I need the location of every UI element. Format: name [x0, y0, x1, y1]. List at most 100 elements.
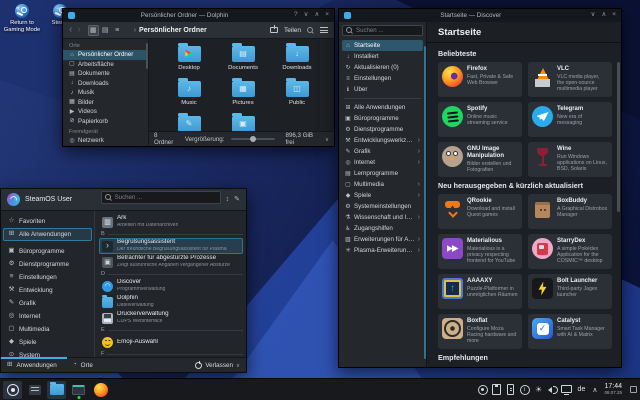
task-list-taskbar-button[interactable]: [25, 381, 44, 399]
kickoff-app-betrachter-für-abgestürzte-prozesse[interactable]: Betrachter für abgestürzte ProzesseZeigt…: [99, 254, 243, 270]
discover-sidebar-einstellungen[interactable]: ≡ Einstellungen: [342, 73, 423, 84]
steam-tray-icon[interactable]: [477, 383, 489, 397]
discover-sidebar-plasma-erweiterungen[interactable]: ✳ Plasma-Erweiterungen ›: [342, 245, 423, 256]
app-card-starrydex[interactable]: StarryDex A simple Pokédex Application fo…: [528, 234, 612, 269]
discover-sidebar-büroprogramme[interactable]: ▣ Büroprogramme: [342, 113, 423, 124]
chevron-down-icon[interactable]: [325, 136, 329, 143]
folder-public[interactable]: ◫ Public: [270, 76, 324, 111]
back-button[interactable]: ‹: [69, 25, 72, 35]
window-close-button[interactable]: ×: [325, 12, 329, 19]
kickoff-search[interactable]: [100, 191, 221, 204]
brightness-tray-icon[interactable]: [533, 383, 545, 397]
window-max-button[interactable]: ∧: [601, 12, 606, 19]
discover-sidebar-multimedia[interactable]: ▢ Multimedia ›: [342, 179, 423, 190]
places-item-papierkorb[interactable]: ⊘ Papierkorb: [63, 117, 148, 127]
folder-templates[interactable]: ✎Templates: [162, 111, 216, 131]
discover-sidebar-entwicklungswerkzeuge[interactable]: ⚒ Entwicklungswerkzeuge ›: [342, 135, 423, 146]
window-max-button[interactable]: ∧: [314, 12, 319, 19]
discover-search[interactable]: [342, 25, 423, 36]
sort-icon[interactable]: ↕: [226, 196, 230, 203]
folder-videos[interactable]: ▣Videos: [216, 111, 270, 131]
clipboard-tray-icon[interactable]: [491, 383, 503, 397]
kickoff-app-dolphin[interactable]: Dolphin Dateiverwaltung: [99, 294, 243, 310]
window-help-button[interactable]: ?: [294, 12, 298, 19]
kickoff-category-dienstprogramme[interactable]: ⚙ Dienstprogramme: [1, 258, 94, 271]
app-card-bolt-launcher[interactable]: Bolt Launcher Third-party Jagex launcher: [528, 274, 612, 309]
keyboard-layout[interactable]: de: [576, 386, 588, 393]
discover-sidebar-lernprogramme[interactable]: ▤ Lernprogramme: [342, 168, 423, 179]
app-card-gnu-image-manipulation[interactable]: GNU Image Manipulation Bilder erstellen u…: [438, 142, 522, 177]
list-view-button[interactable]: ≡: [112, 25, 123, 36]
devices-tray-icon[interactable]: [505, 383, 517, 397]
dolphin-taskbar-button[interactable]: [47, 380, 66, 399]
app-card-boxflat[interactable]: Boxflat Configure Moza Racing hardware an…: [438, 314, 522, 349]
dolphin-titlebar[interactable]: Persönlicher Ordner — Dolphin ? ∨ ∧ ×: [63, 9, 334, 22]
tab-applications[interactable]: Anwendungen: [16, 362, 56, 369]
search-input[interactable]: [114, 194, 217, 201]
kickoff-category-internet[interactable]: ◎ Internet: [1, 310, 94, 323]
discover-sidebar-zugangshilfen[interactable]: ♿ Zugangshilfen: [342, 223, 423, 234]
app-card-spotify[interactable]: Spotify Online music streaming service: [438, 102, 522, 137]
app-card-wine[interactable]: Wine Run Windows applications on Linux, B…: [528, 142, 612, 177]
kickoff-category-entwicklung[interactable]: ⚒ Entwicklung: [1, 284, 94, 297]
kickoff-category-einstellungen[interactable]: ≡ Einstellungen: [1, 271, 94, 284]
avatar[interactable]: [7, 193, 20, 206]
discover-sidebar-grafik[interactable]: ✎ Grafik ›: [342, 146, 423, 157]
kickoff-app-discover[interactable]: DiscoverProgrammverwaltung: [99, 278, 243, 294]
folder-documents[interactable]: ▤ Documents: [216, 41, 270, 76]
app-card-qrookie[interactable]: QRookie Download and install Quest games: [438, 194, 522, 229]
folder-music[interactable]: ♪ Music: [162, 76, 216, 111]
breadcrumb[interactable]: Persönlicher Ordner: [134, 27, 207, 34]
discover-sidebar-systemeinstellungen[interactable]: ⚙ Systemeinstellungen: [342, 201, 423, 212]
info-tray-icon[interactable]: [519, 383, 531, 397]
window-close-button[interactable]: ×: [612, 12, 616, 19]
places-item-persönlicher-ordner[interactable]: ⌂ Persönlicher Ordner: [63, 50, 148, 60]
window-min-button[interactable]: ∨: [304, 12, 309, 19]
app-card-aaaaxy[interactable]: AAAAXYPuzzle-Platformer in unmöglichen R…: [438, 274, 522, 309]
desktop-icon-return-to-gaming-mode[interactable]: Return to Gaming Mode: [2, 4, 42, 33]
app-card-boxbuddy[interactable]: BoxBuddy A Graphical Distrobox Manager: [528, 194, 612, 229]
kickoff-app-emoji-auswahl[interactable]: Emoji-Auswahl: [99, 334, 243, 350]
window-app-taskbar-button[interactable]: [69, 381, 88, 399]
app-card-firefox[interactable]: Firefox Fast, Private & Safe Web Browser: [438, 62, 522, 97]
folder-desktop[interactable]: Desktop: [162, 41, 216, 76]
folder-downloads[interactable]: ↓ Downloads: [270, 41, 324, 76]
places-item-downloads[interactable]: ↓ Downloads: [63, 79, 148, 89]
kickoff-category-alle-anwendungen[interactable]: ⊞ Alle Anwendungen: [3, 228, 92, 241]
search-icon[interactable]: [307, 26, 314, 34]
discover-sidebar-alle-anwendungen[interactable]: ⊞ Alle Anwendungen: [342, 102, 423, 113]
leave-button[interactable]: Verlassen: [195, 360, 240, 369]
app-card-catalyst[interactable]: CatalystSmart Task Manager with AI & Mat…: [528, 314, 612, 349]
kickoff-app-begrüßungsassistent[interactable]: BegrüßungsassistentDer freundliche Begrü…: [99, 238, 243, 254]
discover-sidebar-dienstprogramme[interactable]: ⚙ Dienstprogramme: [342, 124, 423, 135]
discover-sidebar-wissenschaft-und-ingen[interactable]: ⚗Wissenschaft und Ingen...›: [342, 212, 423, 223]
tab-places[interactable]: Orte: [81, 362, 93, 369]
icons-view-button[interactable]: ▦: [87, 24, 99, 36]
digital-clock[interactable]: 17:44 08.07.25: [602, 383, 624, 396]
kickoff-category-grafik[interactable]: ✎ Grafik: [1, 297, 94, 310]
app-card-materialious[interactable]: Materialious Materialious is a privacy re…: [438, 234, 522, 269]
menu-icon[interactable]: [320, 27, 328, 33]
discover-content[interactable]: Beliebteste Firefox Fast, Private & Safe W…: [427, 43, 621, 367]
kickoff-app-druckerverwaltung[interactable]: Druckerverwaltung CUPS Webinterface: [99, 310, 243, 326]
search-input[interactable]: [356, 27, 419, 34]
window-min-button[interactable]: ∨: [591, 12, 596, 19]
places-item-dokumente[interactable]: ▤ Dokumente: [63, 69, 148, 79]
network-tray-icon[interactable]: [561, 383, 573, 397]
folder-pictures[interactable]: ▦ Pictures: [216, 76, 270, 111]
discover-sidebar-installiert[interactable]: ↓ Installiert: [342, 51, 423, 62]
discover-sidebar-startseite[interactable]: ⌂ Startseite: [342, 40, 423, 51]
app-card-telegram[interactable]: Telegram New era of messaging: [528, 102, 612, 137]
kickoff-category-spiele[interactable]: ◆ Spiele: [1, 336, 94, 349]
details-view-button[interactable]: ▤: [100, 25, 111, 36]
discover-sidebar-erweiterungen-für-anw[interactable]: ▧ Erweiterungen für Anw... ›: [342, 234, 423, 245]
places-item-musik[interactable]: ♪ Musik: [63, 88, 148, 98]
kickoff-category-multimedia[interactable]: ▢ Multimedia: [1, 323, 94, 336]
places-item-netzwerk[interactable]: ◎ Netzwerk: [63, 136, 148, 146]
places-item-bilder[interactable]: ▦ Bilder: [63, 98, 148, 108]
zoom-slider[interactable]: [231, 136, 275, 142]
discover-sidebar-internet[interactable]: ◎ Internet ›: [342, 157, 423, 168]
pin-icon[interactable]: ✎: [234, 196, 240, 203]
volume-tray-icon[interactable]: [547, 383, 559, 397]
expand-tray-icon[interactable]: [590, 386, 599, 394]
